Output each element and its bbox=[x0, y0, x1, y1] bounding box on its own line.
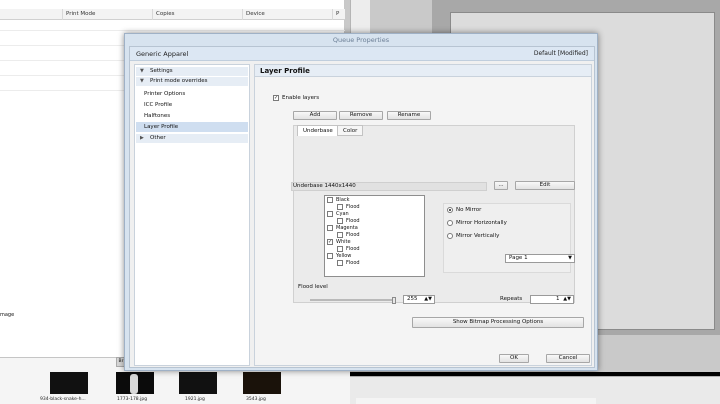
flood-level-slider-handle[interactable] bbox=[392, 297, 396, 304]
header-col-device[interactable]: Device bbox=[242, 9, 332, 20]
rename-layer-button[interactable]: Rename bbox=[387, 111, 431, 120]
job-list-header: Print Mode Copies Device P bbox=[0, 9, 345, 20]
flood-level-label: Flood level bbox=[298, 284, 328, 290]
nav-group-label: Other bbox=[150, 135, 166, 141]
nav-group-other[interactable]: ▶ Other bbox=[136, 134, 248, 143]
dialog-body: Generic Apparel Default [Modified] ▼ Set… bbox=[129, 46, 595, 368]
nav-group-settings[interactable]: ▼ Settings bbox=[136, 67, 248, 76]
header-col-p[interactable]: P bbox=[332, 9, 345, 20]
layer-list: Black Flood Cyan Flood Magenta Flood ✓ W… bbox=[324, 195, 425, 277]
thumbnail-image[interactable] bbox=[179, 372, 217, 394]
flood-level-spinner[interactable]: 255 ▲▼ bbox=[403, 295, 435, 304]
repeats-spinner[interactable]: 1 ▲▼ bbox=[530, 295, 574, 304]
side-label: mage bbox=[0, 312, 15, 318]
flood-checkbox[interactable] bbox=[337, 218, 343, 224]
layer-name: Magenta bbox=[336, 225, 358, 231]
preset-status: Default [Modified] bbox=[533, 50, 588, 57]
layer-checkbox[interactable] bbox=[327, 253, 333, 259]
nav-item-layer-profile[interactable]: Layer Profile bbox=[136, 122, 248, 132]
chevron-down-icon: ▼ bbox=[568, 255, 572, 261]
dialog-window-title[interactable]: Queue Properties bbox=[125, 34, 597, 46]
mirror-horizontal-radio[interactable] bbox=[447, 220, 453, 226]
layer-name: White bbox=[336, 239, 351, 245]
queue-properties-dialog: Queue Properties Generic Apparel Default… bbox=[124, 33, 598, 371]
no-mirror-radio[interactable] bbox=[447, 207, 453, 213]
nav-item-printer-options[interactable]: Printer Options bbox=[136, 89, 248, 99]
panel-title: Layer Profile bbox=[255, 65, 591, 77]
thumbnail-label: 3543.jpg bbox=[246, 397, 266, 402]
tab-underbase[interactable]: Underbase bbox=[297, 125, 339, 136]
layer-name: Yellow bbox=[336, 253, 352, 259]
flood-label: Flood bbox=[346, 204, 360, 210]
underbase-label: Underbase 1440x1440 bbox=[293, 183, 356, 189]
layer-checkbox[interactable] bbox=[327, 197, 333, 203]
nav-group-label: Settings bbox=[150, 68, 173, 74]
tab-color[interactable]: Color bbox=[337, 125, 364, 136]
thumbnail-image[interactable] bbox=[50, 372, 88, 394]
edit-button[interactable]: Edit bbox=[515, 181, 575, 190]
flood-level-value: 255 bbox=[407, 296, 418, 302]
repeats-label: Repeats bbox=[500, 296, 523, 302]
ok-button[interactable]: OK bbox=[499, 354, 529, 363]
nav-group-label: Print mode overrides bbox=[150, 78, 208, 84]
queue-name: Generic Apparel bbox=[136, 50, 189, 58]
spinner-arrows-icon: ▲▼ bbox=[424, 296, 432, 302]
thumbnail-label: 1921.jpg bbox=[185, 397, 205, 402]
chevron-down-icon: ▼ bbox=[140, 78, 144, 84]
bottom-right-row bbox=[356, 398, 596, 404]
thumbnail-image[interactable] bbox=[116, 372, 154, 394]
header-col-copies[interactable]: Copies bbox=[152, 9, 242, 20]
nav-item-halftones[interactable]: Halftones bbox=[136, 111, 248, 121]
settings-nav: ▼ Settings ▼ Print mode overrides Printe… bbox=[134, 64, 250, 366]
layer-profile-panel: Layer Profile ✓ Enable layers Add Remove… bbox=[254, 64, 592, 366]
chevron-down-icon: ▼ bbox=[140, 68, 144, 74]
flood-checkbox[interactable] bbox=[337, 246, 343, 252]
mirror-vertical-radio[interactable] bbox=[447, 233, 453, 239]
thumbnail-figure bbox=[130, 374, 138, 394]
flood-checkbox[interactable] bbox=[337, 260, 343, 266]
show-bitmap-options-button[interactable]: Show Bitmap Processing Options bbox=[412, 317, 584, 328]
underbase-field[interactable]: Underbase 1440x1440 bbox=[291, 182, 487, 191]
cancel-button[interactable]: Cancel bbox=[546, 354, 590, 363]
dialog-header: Generic Apparel Default [Modified] bbox=[130, 47, 594, 61]
enable-layers-label: Enable layers bbox=[282, 95, 320, 101]
nav-item-icc-profile[interactable]: ICC Profile bbox=[136, 100, 248, 110]
flood-label: Flood bbox=[346, 218, 360, 224]
nav-group-print-mode-overrides[interactable]: ▼ Print mode overrides bbox=[136, 77, 248, 86]
no-mirror-label: No Mirror bbox=[456, 207, 482, 213]
thumbnail-label: 934-black-snake-h... bbox=[40, 397, 86, 402]
thumbnail-image[interactable] bbox=[243, 372, 281, 394]
enable-layers-checkbox[interactable]: ✓ bbox=[273, 95, 279, 101]
remove-layer-button[interactable]: Remove bbox=[339, 111, 383, 120]
layer-name: Black bbox=[336, 197, 350, 203]
flood-label: Flood bbox=[346, 232, 360, 238]
thumbnail-label: 1773-178.jpg bbox=[117, 397, 148, 402]
mirror-horizontal-label: Mirror Horizontally bbox=[456, 220, 507, 226]
repeats-value: 1 bbox=[556, 296, 560, 302]
page-select[interactable]: Page 1 ▼ bbox=[505, 254, 575, 263]
grid-line bbox=[0, 30, 345, 31]
flood-label: Flood bbox=[346, 246, 360, 252]
browse-button[interactable]: ... bbox=[494, 181, 508, 190]
flood-level-slider[interactable] bbox=[310, 299, 396, 301]
flood-checkbox[interactable] bbox=[337, 232, 343, 238]
spinner-arrows-icon: ▲▼ bbox=[563, 296, 571, 302]
layer-name: Cyan bbox=[336, 211, 349, 217]
header-col-print-mode[interactable]: Print Mode bbox=[62, 9, 152, 20]
layer-checkbox[interactable] bbox=[327, 211, 333, 217]
flood-checkbox[interactable] bbox=[337, 204, 343, 210]
add-layer-button[interactable]: Add bbox=[293, 111, 337, 120]
header-col-blank bbox=[0, 9, 62, 20]
layer-checkbox[interactable]: ✓ bbox=[327, 239, 333, 245]
flood-label: Flood bbox=[346, 260, 360, 266]
chevron-right-icon: ▶ bbox=[140, 135, 144, 141]
page-select-value: Page 1 bbox=[509, 255, 528, 261]
mirror-vertical-label: Mirror Vertically bbox=[456, 233, 500, 239]
layer-checkbox[interactable] bbox=[327, 225, 333, 231]
